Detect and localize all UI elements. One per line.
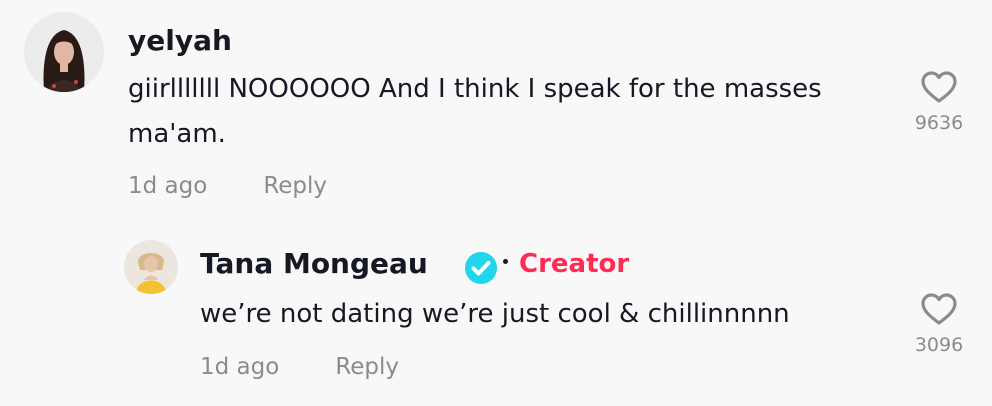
heart-outline-icon	[921, 293, 957, 325]
like-count: 3096	[914, 334, 964, 356]
comment-meta: 1d ago Reply	[200, 354, 399, 380]
reply-button[interactable]: Reply	[263, 173, 327, 199]
creator-badge: Creator	[519, 249, 630, 279]
avatar[interactable]	[24, 12, 104, 92]
comment-meta: 1d ago Reply	[128, 173, 327, 199]
comment-thread: yelyah giirlllllll NOOOOOO And I think I…	[0, 0, 992, 406]
verified-check-icon	[465, 252, 497, 284]
like-button[interactable]: 9636	[904, 70, 974, 134]
reply-button[interactable]: Reply	[335, 354, 399, 380]
like-button[interactable]: 3096	[904, 292, 974, 356]
comment-text: we’re not dating we’re just cool & chill…	[200, 299, 790, 329]
avatar[interactable]	[124, 240, 178, 294]
comment-username[interactable]: Tana Mongeau	[200, 247, 428, 280]
heart-outline-icon	[921, 71, 957, 103]
user-avatar-icon	[124, 240, 178, 294]
user-avatar-icon	[24, 12, 104, 92]
separator-dot	[503, 259, 508, 264]
like-count: 9636	[914, 112, 964, 134]
comment-time: 1d ago	[128, 173, 208, 199]
comment-text: giirlllllll NOOOOOO And I think I speak …	[128, 74, 822, 149]
comment-time: 1d ago	[200, 354, 280, 380]
comment-username[interactable]: yelyah	[128, 24, 232, 57]
